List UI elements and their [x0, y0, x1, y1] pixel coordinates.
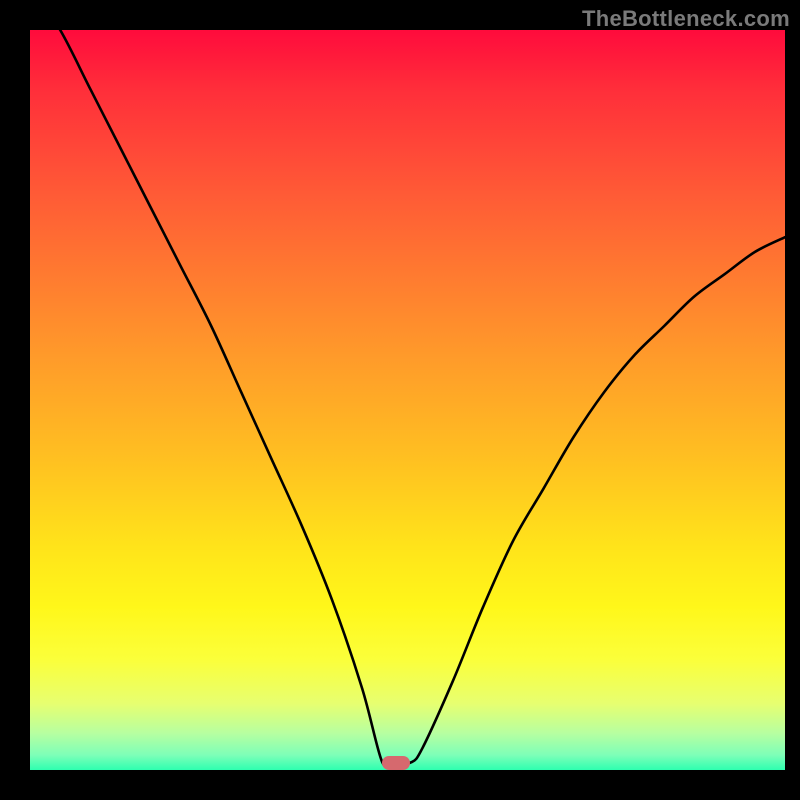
chart-frame: TheBottleneck.com: [0, 0, 800, 800]
min-marker: [382, 756, 410, 770]
bottleneck-curve: [30, 30, 785, 767]
curve-svg: [30, 30, 785, 770]
watermark-text: TheBottleneck.com: [582, 6, 790, 32]
plot-area: [30, 30, 785, 770]
